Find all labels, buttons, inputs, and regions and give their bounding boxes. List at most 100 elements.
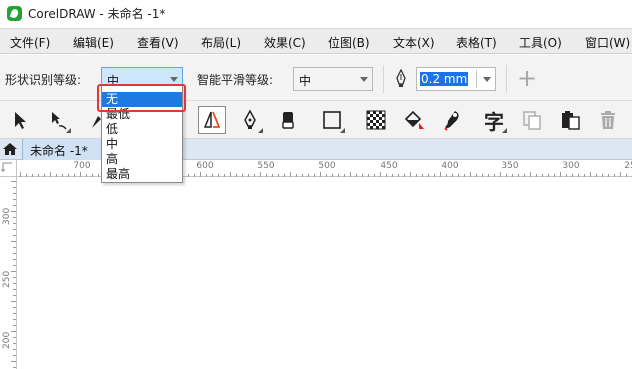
ruler-tick — [596, 174, 597, 177]
ruler-tick — [248, 174, 249, 177]
ruler-tick — [68, 174, 69, 177]
drawing-canvas[interactable] — [18, 178, 632, 369]
dropdown-option-highest[interactable]: 最高 — [102, 167, 182, 182]
text-tool[interactable]: 字 — [480, 106, 508, 134]
ruler-tick — [392, 174, 393, 177]
ruler-tick — [452, 174, 453, 177]
menu-effects[interactable]: 效果(C) — [264, 34, 306, 51]
ruler-tick — [458, 174, 459, 177]
ruler-tick — [11, 361, 16, 362]
rectangle-tool[interactable] — [318, 106, 346, 134]
ruler-tick — [404, 174, 405, 177]
ruler-tick — [512, 174, 513, 177]
ruler-tick — [320, 172, 321, 177]
document-tab-bar: 未命名 -1* — [0, 139, 632, 160]
ruler-label: 25 — [624, 161, 632, 171]
menu-view[interactable]: 查看(V) — [137, 34, 179, 51]
ruler-tick — [13, 313, 16, 314]
ruler-tick — [13, 223, 16, 224]
ruler-tick — [242, 174, 243, 177]
ruler-tick — [344, 174, 345, 177]
ruler-origin-icon — [1, 162, 12, 172]
plus-icon[interactable]: + — [517, 66, 537, 90]
pen-tool[interactable] — [236, 106, 264, 134]
ruler-tick — [524, 174, 525, 177]
dropdown-option-medium[interactable]: 中 — [102, 137, 182, 152]
flyout-indicator — [502, 128, 507, 133]
smart-drawing-tool[interactable] — [198, 106, 226, 134]
outline-width-combo[interactable]: 0.2 mm — [416, 67, 496, 91]
ruler-tick — [356, 174, 357, 177]
ruler-origin-corner[interactable] — [0, 160, 17, 177]
menu-file[interactable]: 文件(F) — [10, 34, 50, 51]
pick-tool[interactable] — [6, 106, 34, 134]
ruler-tick — [11, 331, 16, 332]
ruler-tick — [560, 172, 561, 177]
pattern-fill-tool[interactable] — [362, 106, 390, 134]
ruler-tick — [410, 172, 411, 177]
color-eyedropper-tool[interactable] — [438, 106, 466, 134]
ruler-tick — [470, 172, 471, 177]
ruler-tick — [13, 307, 16, 308]
ruler-tick — [98, 174, 99, 177]
ruler-tick — [20, 172, 21, 177]
ruler-label: 450 — [380, 161, 398, 171]
menu-edit[interactable]: 编辑(E) — [73, 34, 114, 51]
ruler-tick — [13, 277, 16, 278]
ruler-tick — [230, 172, 231, 177]
ruler-tick — [422, 174, 423, 177]
delete-button[interactable] — [594, 106, 622, 134]
chevron-down-icon — [360, 77, 368, 82]
horizontal-ruler[interactable]: 70065060055050045040035030025 — [0, 160, 632, 177]
interactive-fill-tool[interactable] — [400, 106, 428, 134]
vertical-ruler[interactable]: 300 250 200 — [0, 177, 17, 369]
paste-button[interactable] — [556, 106, 584, 134]
ruler-tick — [386, 174, 387, 177]
ruler-tick — [13, 247, 16, 248]
ruler-tick — [224, 174, 225, 177]
ruler-tick — [566, 174, 567, 177]
highlight-annotation — [97, 84, 186, 112]
ruler-tick — [374, 174, 375, 177]
ruler-tick — [11, 211, 16, 212]
copy-properties-icon — [523, 111, 541, 130]
ruler-tick — [13, 325, 16, 326]
ruler-tick — [536, 174, 537, 177]
ruler-label: 350 — [501, 161, 519, 171]
menu-bitmaps[interactable]: 位图(B) — [328, 34, 370, 51]
smoothing-combo[interactable]: 中 — [293, 67, 373, 91]
color-eyedropper-icon — [444, 111, 459, 131]
ruler-tick — [13, 367, 16, 368]
menu-tools[interactable]: 工具(O) — [519, 34, 562, 51]
shape-tool[interactable] — [44, 106, 72, 134]
ruler-tick — [13, 229, 16, 230]
home-icon[interactable] — [2, 141, 18, 157]
ruler-tick — [194, 174, 195, 177]
ruler-tick — [13, 289, 16, 290]
ruler-tick — [92, 174, 93, 177]
outline-width-value[interactable]: 0.2 mm — [420, 72, 469, 86]
eraser-tool-icon — [282, 112, 294, 129]
flyout-indicator — [258, 128, 263, 133]
ruler-tick — [554, 174, 555, 177]
copy-properties-button[interactable] — [518, 106, 546, 134]
ruler-tick — [26, 174, 27, 177]
dropdown-option-low[interactable]: 低 — [102, 122, 182, 137]
ruler-tick — [416, 174, 417, 177]
menu-window[interactable]: 窗口(W) — [585, 34, 630, 51]
ruler-tick — [530, 172, 531, 177]
ruler-tick — [200, 172, 201, 177]
ruler-tick — [260, 172, 261, 177]
ruler-tick — [13, 199, 16, 200]
menu-text[interactable]: 文本(X) — [393, 34, 435, 51]
eraser-tool[interactable] — [274, 106, 302, 134]
flyout-indicator — [340, 128, 345, 133]
dropdown-option-high[interactable]: 高 — [102, 152, 182, 167]
ruler-tick — [80, 172, 81, 177]
title-bar: CorelDRAW - 未命名 -1* — [0, 0, 632, 26]
menu-layout[interactable]: 布局(L) — [201, 34, 241, 51]
menu-table[interactable]: 表格(T) — [456, 34, 497, 51]
ruler-tick — [572, 174, 573, 177]
ruler-tick — [278, 174, 279, 177]
pick-tool-icon — [15, 112, 26, 129]
